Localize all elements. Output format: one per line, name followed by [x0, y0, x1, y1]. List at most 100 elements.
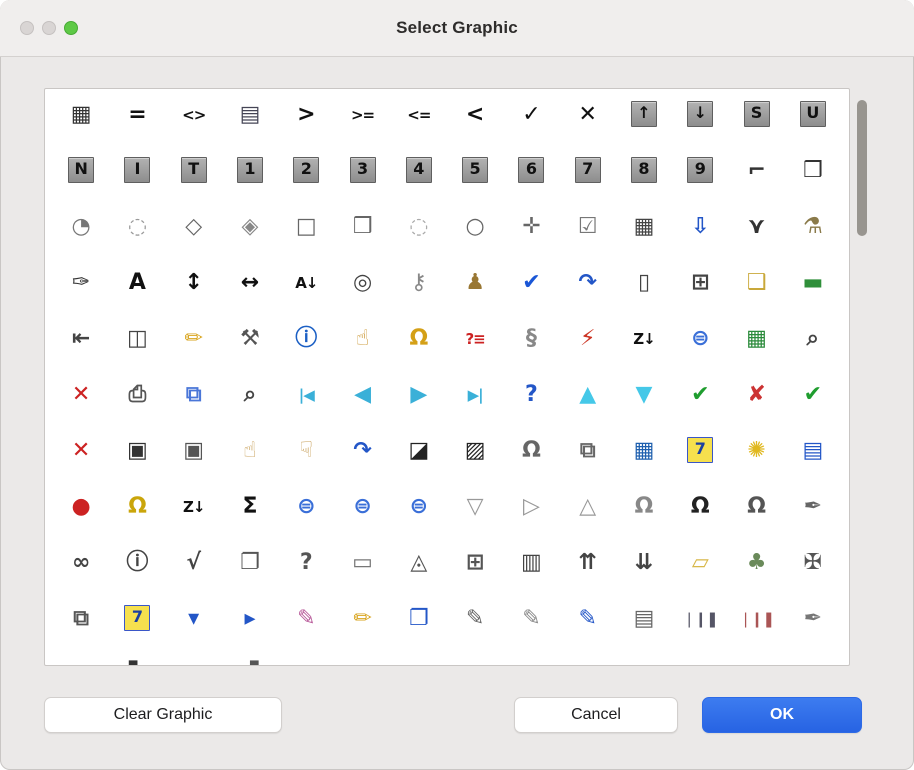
popup-window-icon[interactable]: ❐: [391, 599, 447, 655]
skip-end-icon[interactable]: ▶|: [447, 375, 503, 431]
help-list-icon[interactable]: ?≡: [447, 319, 503, 375]
sort-ascending-icon[interactable]: A↓: [278, 263, 334, 319]
cancel-x-icon[interactable]: ✕: [53, 431, 109, 487]
redo-icon[interactable]: ↷: [334, 431, 390, 487]
lock-secure-icon[interactable]: Ω: [728, 487, 784, 543]
square-outline-icon[interactable]: □: [278, 207, 334, 263]
trash-icon[interactable]: ▯: [616, 263, 672, 319]
square-shadow-icon[interactable]: ❒: [334, 207, 390, 263]
accept-icon[interactable]: ✔: [672, 375, 728, 431]
pie-arc-icon[interactable]: ◔: [53, 207, 109, 263]
printer-icon[interactable]: ⎙: [109, 375, 165, 431]
pencil-edit-icon[interactable]: ✏: [334, 599, 390, 655]
add-box-icon[interactable]: ⊞: [672, 263, 728, 319]
database-blue-icon[interactable]: ⊜: [278, 487, 334, 543]
greater-than-icon[interactable]: >: [278, 95, 334, 151]
magnifier-icon[interactable]: ⌕: [222, 375, 278, 431]
pen-nib-icon[interactable]: ✒: [785, 487, 841, 543]
find-document-icon[interactable]: ⌕: [785, 319, 841, 375]
clipped-icon[interactable]: ▄: [785, 655, 841, 666]
equals-icon[interactable]: =: [109, 95, 165, 151]
lock-icon[interactable]: Ω: [109, 487, 165, 543]
thumbs-up-icon[interactable]: ☝: [222, 431, 278, 487]
diamond-filled-icon[interactable]: ◈: [222, 207, 278, 263]
corner-shadow-icon[interactable]: ❒: [785, 151, 841, 207]
italic-button-icon[interactable]: I: [109, 151, 165, 207]
greater-equal-icon[interactable]: >=: [334, 95, 390, 151]
import-arrow-icon[interactable]: ⇩: [672, 207, 728, 263]
folder-icon[interactable]: ▱: [672, 543, 728, 599]
grid-icon[interactable]: ▦: [53, 95, 109, 151]
thumbs-down-icon[interactable]: ☟: [278, 431, 334, 487]
clipped-icon[interactable]: ▙: [109, 655, 165, 666]
shield-icon[interactable]: ✠: [785, 543, 841, 599]
expand-triangle-icon[interactable]: △: [560, 487, 616, 543]
vertical-resize-icon[interactable]: ↕: [166, 263, 222, 319]
page-compare-icon[interactable]: ⧉: [53, 599, 109, 655]
database-tables-icon[interactable]: ⊜: [334, 487, 390, 543]
cancel-button[interactable]: Cancel: [514, 697, 678, 733]
save-as-icon[interactable]: ▣: [166, 431, 222, 487]
clipped-icon[interactable]: ▄: [447, 655, 503, 666]
clipped-icon[interactable]: ◞: [53, 655, 109, 666]
sum-icon[interactable]: Σ: [222, 487, 278, 543]
add-shape-icon[interactable]: ◬: [391, 543, 447, 599]
checkmark-icon[interactable]: ✓: [503, 95, 559, 151]
number-2-button-icon[interactable]: 2: [278, 151, 334, 207]
fill-bucket-icon[interactable]: ⚗: [785, 207, 841, 263]
clear-graphic-button[interactable]: Clear Graphic: [44, 697, 282, 733]
reject-icon[interactable]: ✘: [728, 375, 784, 431]
title-bar[interactable]: Select Graphic: [0, 0, 914, 57]
garbage-icon[interactable]: ▥: [503, 543, 559, 599]
underline-button-icon[interactable]: U: [785, 95, 841, 151]
edit-pages-icon[interactable]: ✎: [560, 599, 616, 655]
number-5-button-icon[interactable]: 5: [447, 151, 503, 207]
run-icon[interactable]: ⚡: [560, 319, 616, 375]
pencil-icon[interactable]: ✏: [166, 319, 222, 375]
glasses-icon[interactable]: ∞: [53, 543, 109, 599]
database-icon[interactable]: ⊜: [672, 319, 728, 375]
crosshair-icon[interactable]: ✛: [503, 207, 559, 263]
next-icon[interactable]: ▶: [391, 375, 447, 431]
edit-script-icon[interactable]: ✎: [447, 599, 503, 655]
date-icon[interactable]: 7: [109, 599, 165, 655]
delete-icon[interactable]: ✕: [53, 375, 109, 431]
clipped-icon[interactable]: ▆: [334, 655, 390, 666]
clipped-icon[interactable]: ▄: [616, 655, 672, 666]
clipped-icon[interactable]: ▝: [222, 655, 278, 666]
formula-icon[interactable]: √: [166, 543, 222, 599]
shift-up-button-icon[interactable]: ↑: [616, 95, 672, 151]
pen-tool-icon[interactable]: ✑: [53, 263, 109, 319]
lightbulb-icon[interactable]: ✺: [728, 431, 784, 487]
dropdown-arrow-icon[interactable]: ▾: [166, 599, 222, 655]
checkbox-checked-icon[interactable]: ☑: [560, 207, 616, 263]
clipped-icon[interactable]: ▂: [672, 655, 728, 666]
book-icon[interactable]: ▬: [785, 263, 841, 319]
paintbrush-icon[interactable]: ⚒: [222, 319, 278, 375]
chart-window-icon[interactable]: ▦: [616, 431, 672, 487]
diamond-outline-icon[interactable]: ◇: [166, 207, 222, 263]
cascade-windows-icon[interactable]: ❐: [222, 543, 278, 599]
number-8-button-icon[interactable]: 8: [616, 151, 672, 207]
not-equal-icon[interactable]: <>: [166, 95, 222, 151]
clipped-icon[interactable]: ▂: [166, 655, 222, 666]
calendar-icon[interactable]: 7: [672, 431, 728, 487]
dotted-circle-icon[interactable]: ◌: [109, 207, 165, 263]
scrollbar[interactable]: [856, 92, 868, 662]
strikethrough-button-icon[interactable]: S: [728, 95, 784, 151]
number-4-button-icon[interactable]: 4: [391, 151, 447, 207]
tree-icon[interactable]: ♣: [728, 543, 784, 599]
less-than-icon[interactable]: <: [447, 95, 503, 151]
redo-arrow-icon[interactable]: ↷: [560, 263, 616, 319]
number-9-button-icon[interactable]: 9: [672, 151, 728, 207]
about-icon[interactable]: ⓘ: [109, 543, 165, 599]
help-icon[interactable]: ?: [503, 375, 559, 431]
barcode-icon[interactable]: ❘❙❚: [672, 599, 728, 655]
table-icon[interactable]: ▦: [616, 207, 672, 263]
spreadsheet-icon[interactable]: ▦: [728, 319, 784, 375]
unlock-open-icon[interactable]: Ω: [616, 487, 672, 543]
help-circle-icon[interactable]: ?: [278, 543, 334, 599]
lock-outline-icon[interactable]: Ω: [503, 431, 559, 487]
skip-start-icon[interactable]: |◀: [278, 375, 334, 431]
title-button-icon[interactable]: T: [166, 151, 222, 207]
